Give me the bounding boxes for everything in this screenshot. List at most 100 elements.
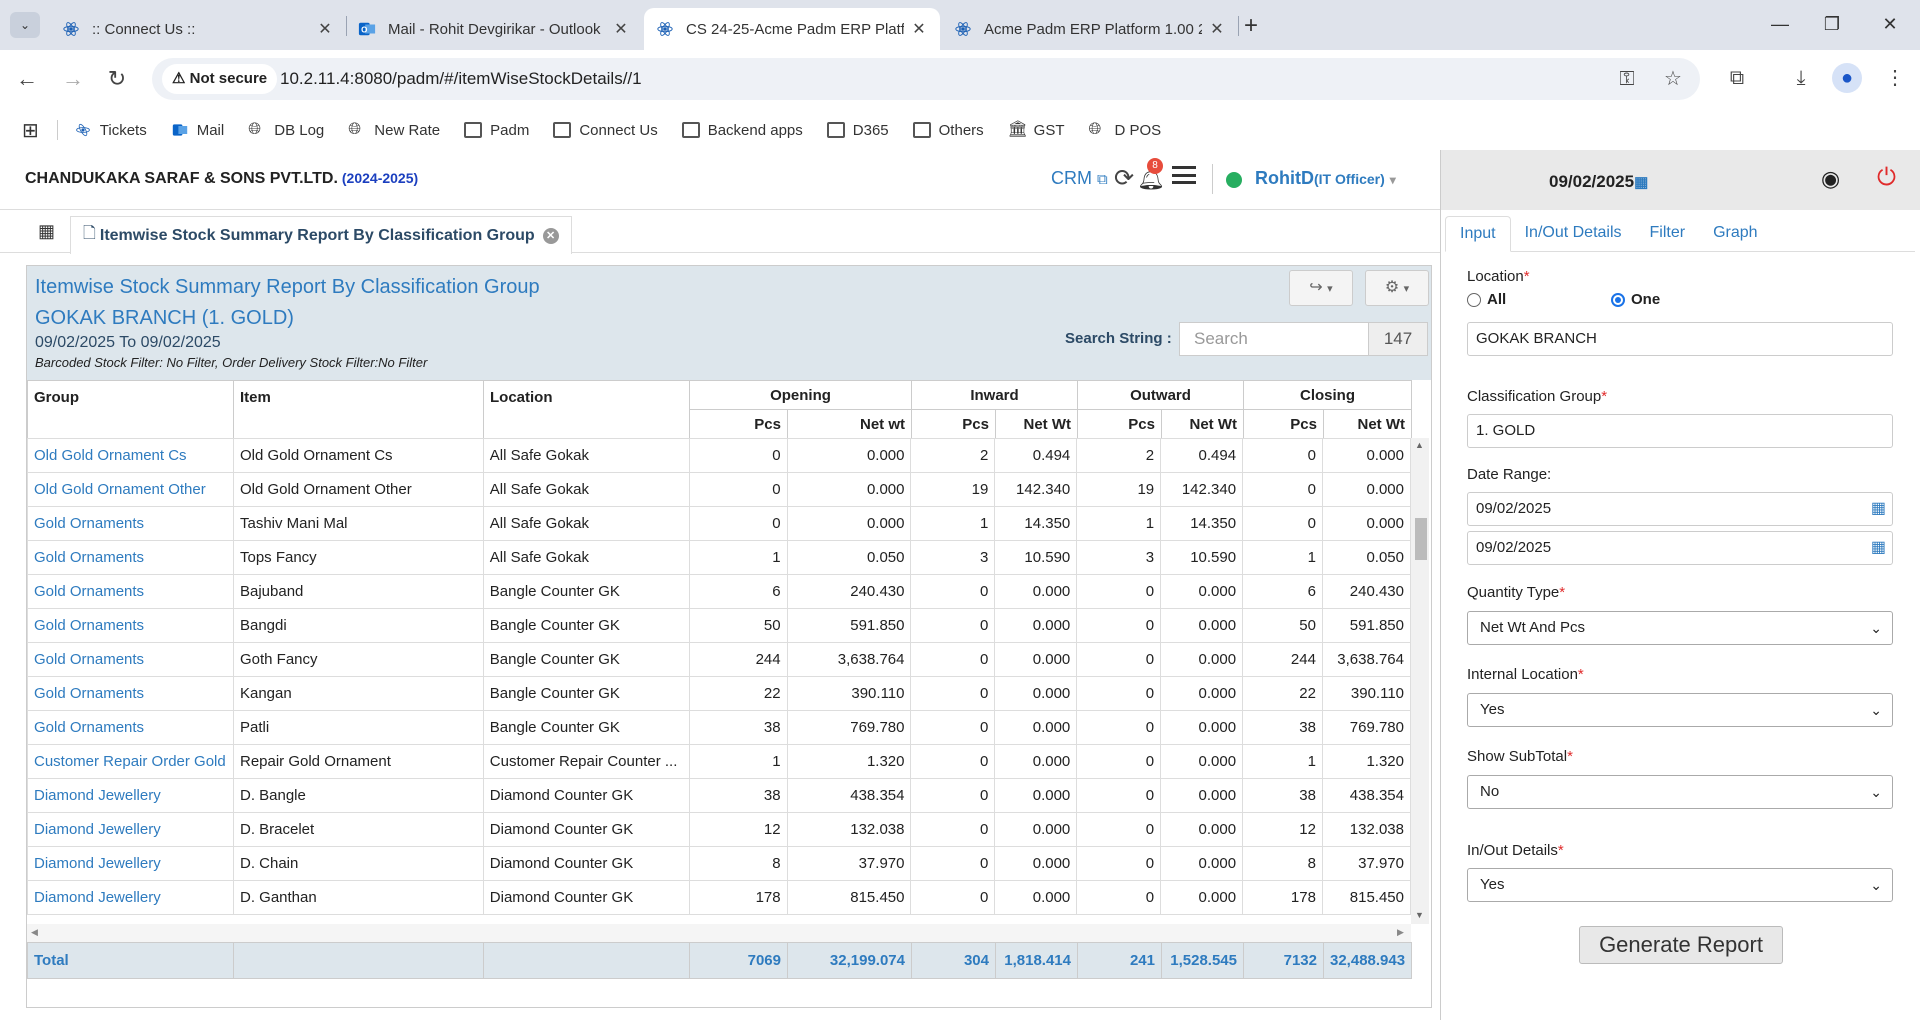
- scrollbar-thumb[interactable]: [1415, 518, 1427, 560]
- eye-slash-icon[interactable]: ◉: [1821, 166, 1840, 192]
- scroll-down-icon[interactable]: ▼: [1415, 910, 1424, 920]
- browser-tab-active[interactable]: CS 24-25-Acme Padm ERP Platform ✕: [644, 8, 940, 50]
- tab-inout-details[interactable]: In/Out Details: [1511, 216, 1636, 252]
- profile-avatar-icon[interactable]: ●: [1832, 63, 1862, 93]
- qty-type-select[interactable]: Net Wt And Pcs ⌄: [1467, 611, 1893, 645]
- extensions-icon[interactable]: ⧉: [1722, 63, 1752, 93]
- crm-link[interactable]: CRM ⧉: [1051, 168, 1108, 189]
- bookmark-connect-us[interactable]: Connect Us: [553, 122, 658, 139]
- cell-group[interactable]: Diamond Jewellery: [27, 846, 234, 881]
- restore-button[interactable]: ❐: [1812, 8, 1852, 40]
- date-from-input[interactable]: 09/02/2025 ▦: [1467, 492, 1893, 526]
- reload-button[interactable]: ↻: [100, 62, 134, 96]
- cell-group[interactable]: Gold Ornaments: [27, 608, 234, 643]
- cell-group[interactable]: Diamond Jewellery: [27, 880, 234, 915]
- modules-grid-icon[interactable]: ▦: [38, 222, 58, 240]
- settings-button[interactable]: ⚙ ▾: [1365, 270, 1429, 306]
- bookmark-d365[interactable]: D365: [826, 122, 889, 139]
- col-header-outward-pcs[interactable]: Pcs: [1077, 409, 1162, 439]
- bookmark-others[interactable]: Others: [912, 122, 984, 139]
- table-row[interactable]: Old Gold Ornament Other Old Gold Ornament…: [27, 472, 1411, 507]
- horizontal-scrollbar[interactable]: ◀ ▶: [27, 924, 1411, 942]
- col-header-opening-pcs[interactable]: Pcs: [689, 409, 788, 439]
- radio-all[interactable]: All: [1467, 291, 1506, 308]
- col-header-inward-pcs[interactable]: Pcs: [911, 409, 996, 439]
- security-chip[interactable]: ⚠ Not secure: [162, 64, 278, 94]
- table-body-viewport[interactable]: Old Gold Ornament Cs Old Gold Ornament Cs…: [27, 438, 1411, 924]
- browser-tab[interactable]: Acme Padm ERP Platform 1.00 2 ✕: [942, 8, 1238, 50]
- table-row[interactable]: Gold Ornaments Goth Fancy Bangle Counter G…: [27, 642, 1411, 677]
- scroll-right-icon[interactable]: ▶: [1397, 927, 1404, 938]
- cell-group[interactable]: Gold Ornaments: [27, 642, 234, 677]
- cell-group[interactable]: Old Gold Ornament Other: [27, 472, 234, 507]
- close-icon[interactable]: ✕: [316, 19, 334, 39]
- table-row[interactable]: Gold Ornaments Bajuband Bangle Counter GK 6…: [27, 574, 1411, 609]
- cell-group[interactable]: Diamond Jewellery: [27, 812, 234, 847]
- table-row[interactable]: Gold Ornaments Tashiv Mani Mal All Safe Go…: [27, 506, 1411, 541]
- sync-icon[interactable]: ⟳: [1114, 164, 1134, 193]
- bookmark-mail[interactable]: Mail: [171, 122, 224, 139]
- bookmark-new-rate[interactable]: 🌐︎ New Rate: [348, 122, 440, 139]
- col-header-inward-netwt[interactable]: Net Wt: [995, 409, 1078, 439]
- cell-group[interactable]: Gold Ornaments: [27, 676, 234, 711]
- close-icon[interactable]: ✕: [612, 19, 630, 39]
- col-header-location[interactable]: Location: [483, 380, 690, 439]
- back-button[interactable]: ←: [10, 62, 44, 96]
- calendar-icon[interactable]: ▦: [1871, 493, 1886, 525]
- bookmark-db-log[interactable]: 🌐︎ DB Log: [248, 122, 324, 139]
- tab-graph[interactable]: Graph: [1699, 216, 1771, 252]
- tab-filter[interactable]: Filter: [1636, 216, 1700, 252]
- power-logout-icon[interactable]: ⏻: [1877, 164, 1896, 192]
- browser-tab[interactable]: O Mail - Rohit Devgirikar - Outlook ✕: [346, 8, 642, 50]
- address-bar[interactable]: ⚠ Not secure 10.2.11.4:8080/padm/#/itemW…: [152, 58, 1700, 100]
- inout-details-select[interactable]: Yes ⌄: [1467, 868, 1893, 902]
- radio-one[interactable]: One: [1611, 291, 1660, 308]
- table-row[interactable]: Customer Repair Order Gold Repair Gold Or…: [27, 744, 1411, 779]
- cell-group[interactable]: Gold Ornaments: [27, 710, 234, 745]
- cell-group[interactable]: Gold Ornaments: [27, 540, 234, 575]
- table-row[interactable]: Old Gold Ornament Cs Old Gold Ornament Cs…: [27, 438, 1411, 473]
- scroll-up-icon[interactable]: ▲: [1415, 440, 1424, 450]
- bookmark-backend-apps[interactable]: Backend apps: [681, 122, 803, 139]
- window-close-button[interactable]: ✕: [1870, 8, 1910, 40]
- cell-group[interactable]: Gold Ornaments: [27, 506, 234, 541]
- minimize-button[interactable]: —: [1760, 8, 1800, 40]
- class-group-input[interactable]: 1. GOLD: [1467, 414, 1893, 448]
- cell-group[interactable]: Old Gold Ornament Cs: [27, 438, 234, 473]
- bookmark-d-pos[interactable]: 🌐︎ D POS: [1089, 122, 1162, 139]
- user-menu[interactable]: RohitD(IT Officer) ▾: [1255, 168, 1396, 189]
- radio-one-circle[interactable]: [1611, 292, 1625, 307]
- radio-all-circle[interactable]: [1467, 292, 1481, 307]
- cell-group[interactable]: Gold Ornaments: [27, 574, 234, 609]
- table-row[interactable]: Gold Ornaments Bangdi Bangle Counter GK 50 5…: [27, 608, 1411, 643]
- close-icon[interactable]: ✕: [1208, 19, 1226, 39]
- generate-report-button[interactable]: Generate Report: [1579, 926, 1783, 964]
- table-row[interactable]: Diamond Jewellery D. Bangle Diamond Counte…: [27, 778, 1411, 813]
- business-date[interactable]: 09/02/2025▦: [1549, 172, 1648, 192]
- url-text[interactable]: 10.2.11.4:8080/padm/#/itemWiseStockDetai…: [280, 69, 642, 89]
- col-header-item[interactable]: Item: [233, 380, 484, 439]
- tab-input[interactable]: Input: [1445, 216, 1511, 252]
- browser-tab[interactable]: :: Connect Us :: ✕: [50, 8, 346, 50]
- bookmark-gst[interactable]: 🏛︎ GST: [1008, 122, 1065, 139]
- calendar-icon[interactable]: ▦: [1871, 532, 1886, 564]
- table-row[interactable]: Diamond Jewellery D. Chain Diamond Counter…: [27, 846, 1411, 881]
- table-row[interactable]: Gold Ornaments Patli Bangle Counter GK 38 76…: [27, 710, 1411, 745]
- date-to-input[interactable]: 09/02/2025 ▦: [1467, 531, 1893, 565]
- col-header-closing-netwt[interactable]: Net Wt: [1323, 409, 1412, 439]
- download-icon[interactable]: ⤓: [1786, 63, 1816, 93]
- apps-grid-icon[interactable]: ⊞: [22, 118, 39, 143]
- col-header-outward-netwt[interactable]: Net Wt: [1161, 409, 1244, 439]
- bookmark-tickets[interactable]: Tickets: [74, 122, 147, 139]
- bookmark-padm[interactable]: Padm: [464, 122, 529, 139]
- search-input[interactable]: Search: [1179, 322, 1369, 356]
- show-subtotal-select[interactable]: No ⌄: [1467, 775, 1893, 809]
- col-header-opening-netwt[interactable]: Net wt: [787, 409, 912, 439]
- forward-button[interactable]: →: [56, 62, 90, 96]
- new-tab-button[interactable]: +: [1244, 12, 1258, 40]
- col-header-group[interactable]: Group: [27, 380, 234, 439]
- bookmark-star-icon[interactable]: ☆: [1658, 64, 1688, 94]
- table-row[interactable]: Gold Ornaments Kangan Bangle Counter GK 22 3…: [27, 676, 1411, 711]
- scroll-left-icon[interactable]: ◀: [31, 927, 38, 938]
- table-row[interactable]: Diamond Jewellery D. Ganthan Diamond Count…: [27, 880, 1411, 915]
